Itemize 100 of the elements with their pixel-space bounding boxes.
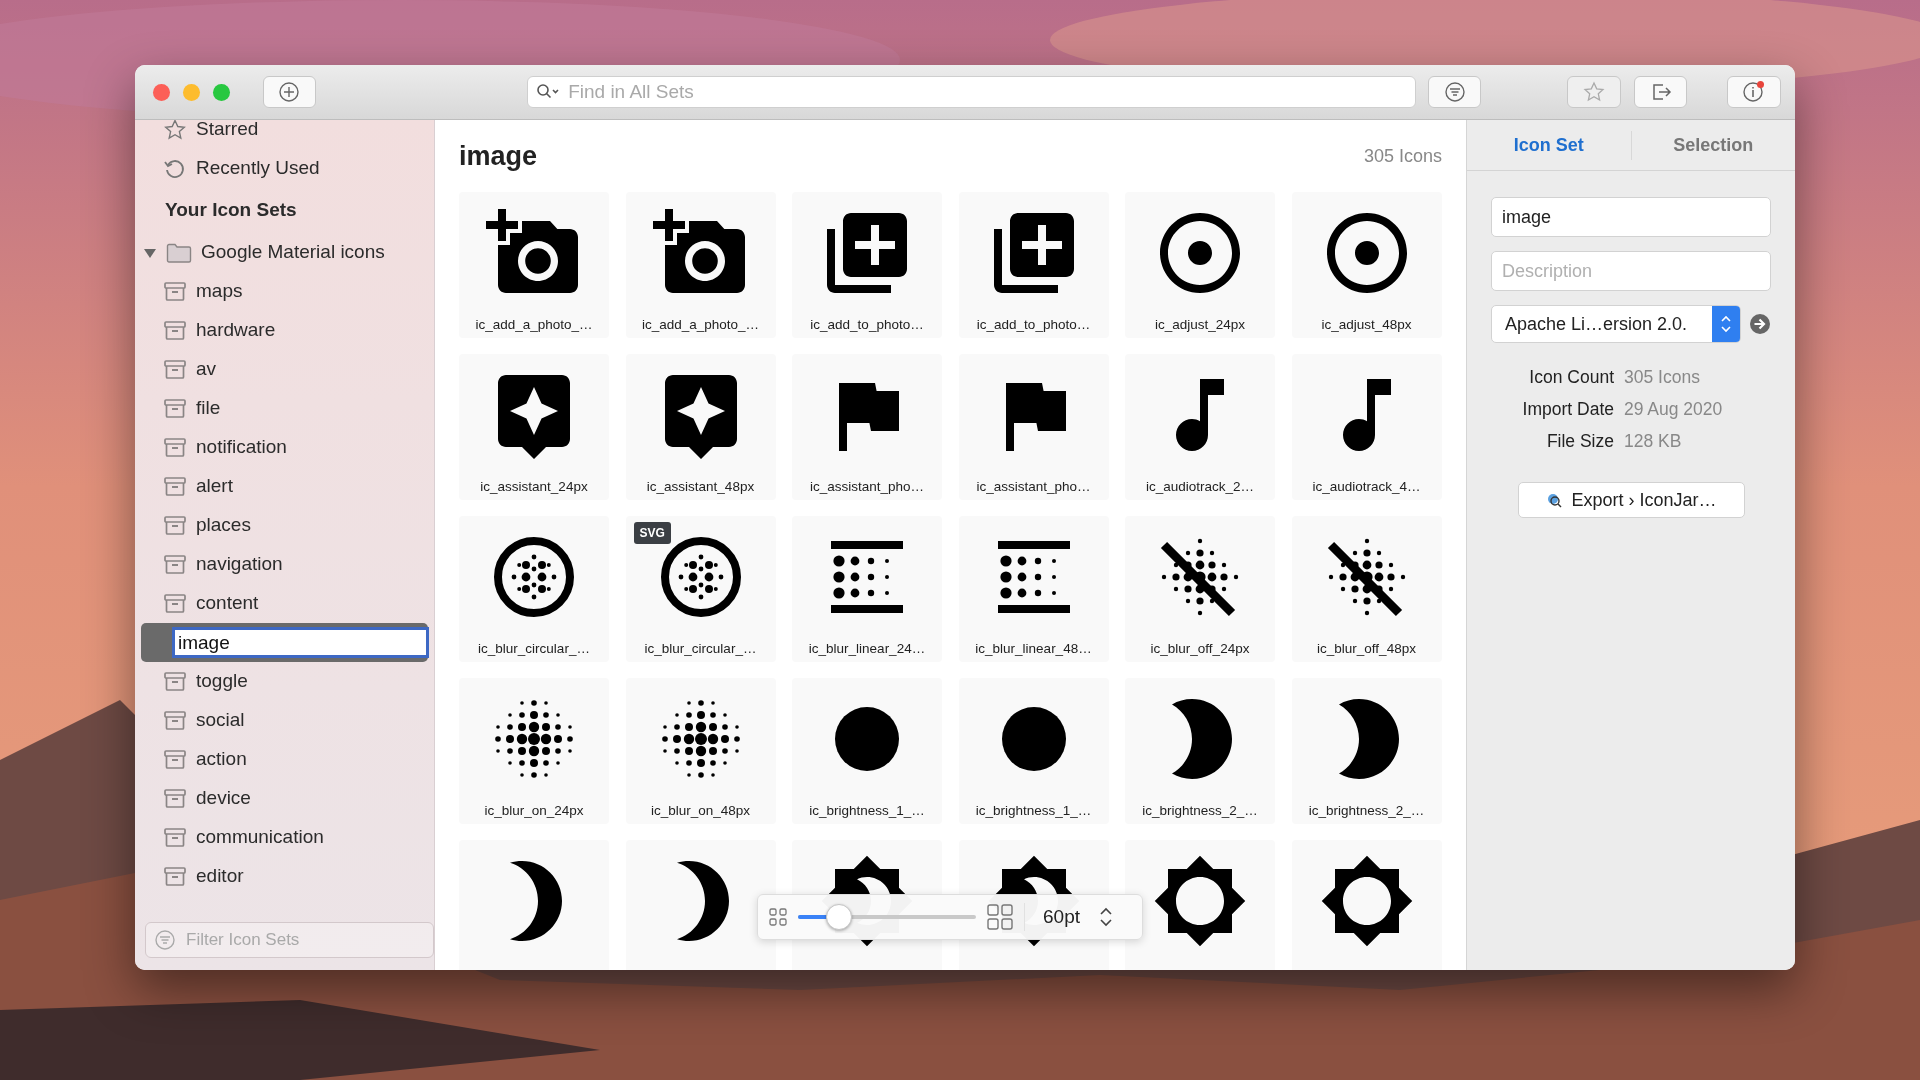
sidebar-item[interactable]: Starred (141, 120, 428, 149)
section-heading: Your Icon Sets (164, 198, 298, 223)
export-button[interactable]: Export › IconJar… (1517, 482, 1745, 518)
icon-tile[interactable]: ic_add_to_photo… (958, 192, 1109, 338)
arrow-right-icon (1749, 313, 1771, 335)
icon-label: ic_assistant_pho… (976, 478, 1091, 496)
icon-tile[interactable]: ic_blur_on_48px (625, 678, 776, 824)
archive-box-icon (163, 474, 187, 499)
icon-tile[interactable] (1125, 840, 1275, 970)
icon-tile[interactable]: ic_add_a_photo_… (625, 192, 776, 338)
sidebar-item[interactable]: places (141, 506, 428, 545)
archive-box-icon (163, 396, 187, 421)
info-label: File Size (1545, 429, 1614, 453)
archive-box-icon (163, 435, 187, 460)
sidebar-item[interactable]: notification (141, 428, 428, 467)
icon-tile[interactable]: ic_add_to_photo… (792, 192, 942, 338)
archive-box-icon (163, 513, 187, 538)
info-button[interactable] (1727, 76, 1781, 108)
stepper-icon (1719, 313, 1733, 335)
icon-tile[interactable]: ic_assistant_pho… (792, 354, 942, 500)
sidebar-item[interactable]: social (141, 701, 428, 740)
sidebar-item[interactable]: maps (141, 272, 428, 311)
icon-label: ic_assistant_24px (480, 478, 588, 496)
icon-tile[interactable]: ic_blur_off_48px (1291, 516, 1442, 662)
icon-count: 305 Icons (1363, 144, 1442, 168)
icon-tile[interactable]: ic_brightness_1_… (792, 678, 942, 824)
icon-label: ic_add_to_photo… (976, 316, 1091, 334)
sun-icon (1152, 853, 1248, 949)
filter-field[interactable]: Filter Icon Sets (145, 922, 434, 958)
icon-label: ic_brightness_1_… (809, 802, 925, 820)
tab[interactable]: Icon Set (1467, 130, 1631, 160)
icon-label: ic_add_a_photo_… (475, 316, 593, 334)
archive-box-icon (163, 786, 187, 811)
filter-button[interactable] (1427, 76, 1482, 108)
search-field[interactable]: Find in All Sets (527, 76, 1416, 108)
icon-tile[interactable] (459, 840, 609, 970)
info-label: Icon Count (1528, 365, 1614, 389)
icon-label: ic_audiotrack_4… (1312, 478, 1421, 496)
tab[interactable]: Selection (1630, 130, 1795, 160)
icon-tile[interactable]: ic_assistant_24px (459, 354, 609, 500)
info-icon (1742, 80, 1767, 104)
sidebar-item[interactable]: navigation (141, 545, 428, 584)
archive-box-icon (163, 669, 187, 694)
filter-icon (154, 929, 176, 951)
sidebar-item[interactable]: action (141, 740, 428, 779)
icon-tile[interactable] (625, 840, 776, 970)
sidebar-item[interactable]: alert (141, 467, 428, 506)
sidebar-item[interactable]: editor (141, 857, 428, 896)
icon-label: ic_add_to_photo… (810, 316, 924, 334)
archive-box-icon (163, 279, 187, 304)
add-button[interactable] (262, 76, 317, 108)
selected-sidebar-item[interactable]: image (141, 623, 428, 662)
export-button[interactable] (1633, 76, 1688, 108)
zoom-slider[interactable] (798, 903, 976, 931)
archive-box-icon (163, 591, 187, 616)
sidebar-item[interactable]: content (141, 584, 428, 623)
icon-tile[interactable] (1291, 840, 1442, 970)
icon-label: ic_blur_circular_… (644, 640, 757, 658)
icon-tile[interactable]: ic_adjust_48px (1291, 192, 1442, 338)
icon-label: ic_brightness_2_… (1142, 802, 1258, 820)
archive-box-icon (163, 552, 187, 577)
sidebar-item[interactable]: Recently Used (141, 149, 428, 188)
archive-box-icon (163, 864, 187, 889)
description-field[interactable]: Description (1491, 251, 1771, 291)
icon-tile[interactable]: ic_audiotrack_4… (1291, 354, 1442, 500)
info-label: Import Date (1521, 397, 1614, 421)
magnifier-icon (1545, 491, 1564, 509)
size-value: 60pt (1024, 902, 1080, 932)
icon-tile[interactable]: ic_blur_off_24px (1125, 516, 1275, 662)
sidebar-item[interactable]: device (141, 779, 428, 818)
star-button[interactable] (1567, 76, 1621, 108)
archive-box-icon (163, 318, 187, 343)
icon-tile[interactable]: ic_add_a_photo_… (459, 192, 609, 338)
license-select[interactable]: Apache Li…ersion 2.0. (1491, 305, 1741, 343)
large-grid-icon (986, 903, 1014, 931)
folder-icon (166, 241, 192, 264)
sidebar-item[interactable]: communication (141, 818, 428, 857)
icon-tile[interactable]: ic_blur_linear_48… (958, 516, 1109, 662)
sidebar-item[interactable]: file (141, 389, 428, 428)
icon-tile[interactable]: SVG ic_blur_circular_… (625, 516, 776, 662)
window-control-icon[interactable] (153, 83, 170, 101)
stepper-icon (1098, 905, 1114, 929)
star-icon (163, 120, 187, 142)
icon-tile[interactable]: ic_brightness_2_… (1291, 678, 1442, 824)
sidebar-item[interactable]: Google Material icons (141, 233, 428, 272)
icon-tile[interactable]: ic_audiotrack_2… (1125, 354, 1275, 500)
icon-tile[interactable]: ic_adjust_24px (1125, 192, 1275, 338)
sidebar-item[interactable]: hardware (141, 311, 428, 350)
icon-tile[interactable]: ic_blur_circular_… (459, 516, 609, 662)
sidebar-item[interactable]: av (141, 350, 428, 389)
name-field[interactable]: image (1491, 197, 1771, 237)
sidebar-item[interactable]: toggle (141, 662, 428, 701)
icon-tile[interactable]: ic_brightness_2_… (1125, 678, 1275, 824)
slider-thumb[interactable] (825, 904, 852, 930)
icon-tile[interactable]: ic_assistant_pho… (958, 354, 1109, 500)
icon-tile[interactable]: ic_assistant_48px (625, 354, 776, 500)
icon-tile[interactable]: ic_blur_on_24px (459, 678, 609, 824)
icon-tile[interactable]: ic_blur_linear_24… (792, 516, 942, 662)
rename-field[interactable]: image (172, 627, 429, 658)
icon-tile[interactable]: ic_brightness_1_… (958, 678, 1109, 824)
